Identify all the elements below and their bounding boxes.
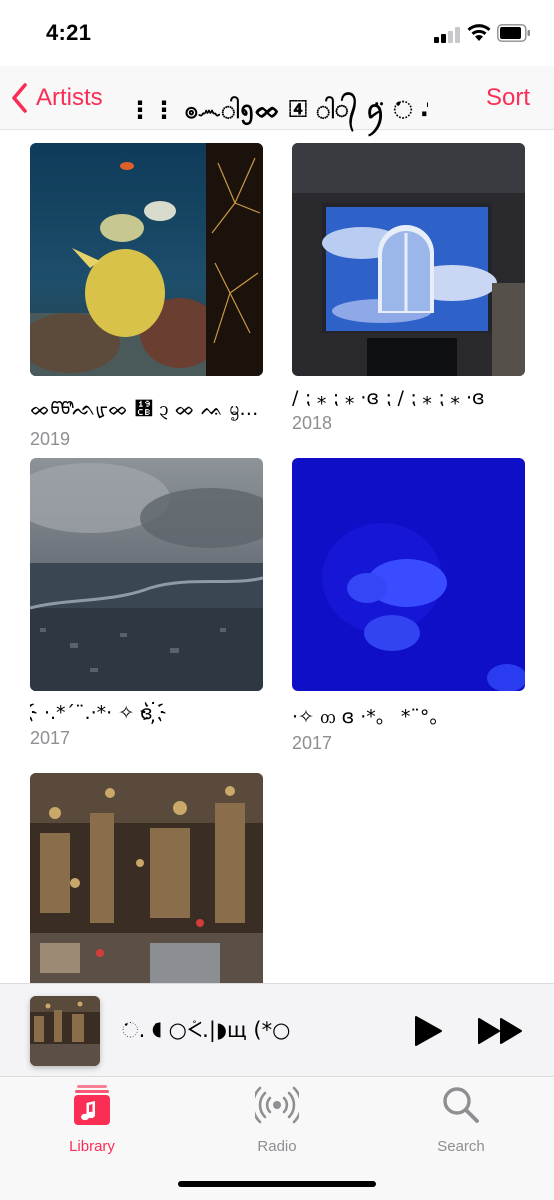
album-item[interactable]: ҉ ·.*´¨.·*· ✧ ɞ ҉ 2017 [30,458,263,749]
album-title: ҉ ·.*´¨.·*· ✧ ɞ ҉ [30,702,167,724]
album-item[interactable] [30,773,263,983]
chevron-left-icon [12,83,27,113]
tab-library[interactable]: Library [32,1083,152,1155]
album-item[interactable]: ᨖᡦᡦᡃᨒᡁᨖ ᧋ ᧓ ᨖ ᨕ ᧄ ᩴ ᨗ ᧋ ✧ ᦆᨓ 2019 [30,143,263,450]
album-artwork [292,143,525,376]
library-icon [74,1085,110,1125]
album-grid: ᨖᡦᡦᡃᨒᡁᨖ ᧋ ᧓ ᨖ ᨕ ᧄ ᩴ ᨗ ᧋ ✧ ᦆᨓ 2019 / ⁏ ⁎ … [0,131,554,983]
sort-button[interactable]: Sort [486,84,530,112]
tab-label: Search [437,1138,485,1155]
album-title: ᨖᡦᡦᡃᨒᡁᨖ ᧋ ᧓ ᨖ ᨕ ᧄ ᩴ ᨗ ᧋ ✧ ᦆᨓ [30,398,263,420]
status-bar: 4:21 [0,0,554,66]
page-title: ⋮⋮ ၜ෴ါ᪅ᨖ ᠏ ါ᭄ ꪇ̈ ᨗ ∴ ၜ෴ [128,96,428,124]
wifi-icon [467,24,491,41]
home-indicator [178,1181,376,1187]
radio-icon [251,1086,303,1124]
album-artwork [30,458,263,691]
album-year: 2019 [30,429,71,449]
album-year: 2018 [292,413,333,433]
tab-radio[interactable]: Radio [217,1083,337,1155]
tab-bar: Library Radio Search [0,1077,554,1200]
album-year: 2017 [292,733,333,753]
tab-search[interactable]: Search [401,1083,521,1155]
album-year: 2017 [30,728,71,748]
status-time: 4:21 [46,20,92,45]
battery-icon [497,24,530,42]
fast-forward-icon[interactable] [476,1016,526,1046]
tab-label: Library [69,1138,115,1155]
tab-label: Radio [257,1138,297,1155]
album-artwork [30,143,263,376]
play-icon[interactable] [412,1014,444,1048]
navigation-bar: Artists ⋮⋮ ၜ෴ါ᪅ᨖ ᠏ ါ᭄ ꪇ̈ ᨗ ∴ ၜ෴ Sort [0,66,554,130]
album-item[interactable]: ·✧ ᦎ ɞ ·*。 *¨°。 2017 [292,458,525,754]
now-playing-title: ᨗ. ◖ᨗ○ᢵ.|◗щ (*○ [122,1018,291,1042]
now-playing-artwork [30,996,100,1066]
album-item[interactable]: / ⁏ ⁎ ⁏ ⁎ ·ɞ ⁏ / ⁏ ⁎ ⁏ ⁎ ·ɞ 2018 [292,143,525,434]
mini-player[interactable]: ᨗ. ◖ᨗ○ᢵ.|◗щ (*○ [0,983,554,1077]
cellular-signal-icon [434,27,460,43]
album-artwork [292,458,525,691]
back-label: Artists [36,84,103,111]
album-artwork [30,773,263,983]
search-icon [443,1087,479,1123]
album-title: / ⁏ ⁎ ⁏ ⁎ ·ɞ ⁏ / ⁏ ⁎ ⁏ ⁎ ·ɞ [292,387,485,409]
back-button[interactable]: Artists [10,80,103,116]
album-title: ·✧ ᦎ ɞ ·*。 *¨°。 [292,706,449,728]
